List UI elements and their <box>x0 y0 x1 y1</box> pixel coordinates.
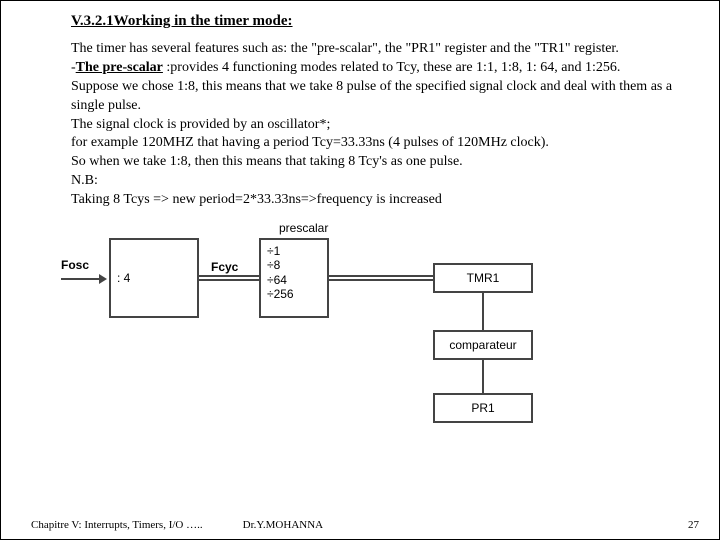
comparator-label: comparateur <box>449 338 516 352</box>
connector-double <box>329 275 433 281</box>
pr1-label: PR1 <box>471 401 494 415</box>
text-line: The signal clock is provided by an oscil… <box>71 116 699 135</box>
text-line: Taking 8 Tcys => new period=2*33.33ns=>f… <box>71 191 699 210</box>
div4-label: : 4 <box>117 271 130 285</box>
prescalar-label: prescalar <box>279 221 328 235</box>
prescalar-term: The pre-scalar <box>76 60 163 75</box>
text-line: for example 120MHZ that having a period … <box>71 134 699 153</box>
slide-footer: Chapitre V: Interrupts, Timers, I/O ….. … <box>1 519 719 531</box>
connector-double <box>199 275 259 281</box>
prescalar-option: ÷8 <box>267 258 294 272</box>
connector-line <box>482 360 484 393</box>
text-line: The timer has several features such as: … <box>71 40 699 59</box>
tmr1-box: TMR1 <box>433 263 533 293</box>
tmr1-label: TMR1 <box>467 271 500 285</box>
slide-page: V.3.2.1Working in the timer mode: The ti… <box>0 0 720 540</box>
comparator-box: comparateur <box>433 330 533 360</box>
text-line: Suppose we chose 1:8, this means that we… <box>71 78 699 116</box>
fosc-label: Fosc <box>61 258 89 272</box>
text-fragment: :provides 4 functioning modes related to… <box>163 60 620 75</box>
arrow-icon <box>99 274 107 284</box>
text-line: -The pre-scalar :provides 4 functioning … <box>71 59 699 78</box>
section-title: V.3.2.1Working in the timer mode: <box>71 13 699 30</box>
footer-author: Dr.Y.MOHANNA <box>243 519 323 531</box>
text-line: So when we take 1:8, then this means tha… <box>71 153 699 172</box>
body-text: The timer has several features such as: … <box>71 40 699 210</box>
block-diagram: Fosc : 4 Fcyc prescalar ÷1 ÷8 ÷64 ÷256 T… <box>61 218 621 428</box>
footer-page-number: 27 <box>688 519 699 531</box>
prescalar-options: ÷1 ÷8 ÷64 ÷256 <box>267 244 294 302</box>
prescalar-option: ÷256 <box>267 287 294 301</box>
connector-line <box>482 293 484 330</box>
prescalar-box: ÷1 ÷8 ÷64 ÷256 <box>259 238 329 318</box>
prescalar-option: ÷64 <box>267 273 294 287</box>
div4-box: : 4 <box>109 238 199 318</box>
footer-chapter: Chapitre V: Interrupts, Timers, I/O ….. <box>31 519 203 531</box>
connector-line <box>61 278 101 280</box>
prescalar-option: ÷1 <box>267 244 294 258</box>
fcyc-label: Fcyc <box>211 260 238 274</box>
text-line: N.B: <box>71 172 699 191</box>
pr1-box: PR1 <box>433 393 533 423</box>
